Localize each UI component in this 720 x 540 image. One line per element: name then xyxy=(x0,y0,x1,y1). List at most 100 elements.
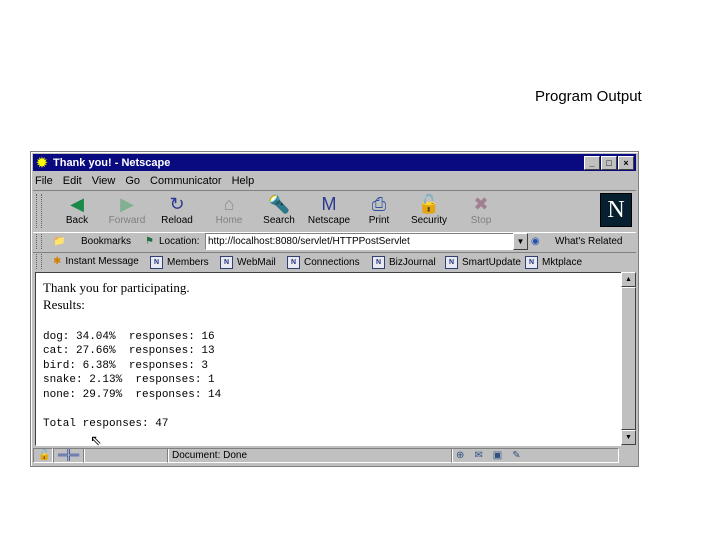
members-button[interactable]: N Members xyxy=(150,256,209,269)
print-icon: ⎙ xyxy=(371,194,387,214)
total-responses: Total responses: 47 xyxy=(43,418,169,430)
instant-message-button[interactable]: ✱ Instant Message xyxy=(53,256,139,267)
instant-message-label: Instant Message xyxy=(65,256,139,267)
smartupdate-button[interactable]: N SmartUpdate xyxy=(445,256,521,269)
home-icon: ⌂ xyxy=(223,194,235,214)
scroll-up-button[interactable]: ▲ xyxy=(621,272,636,287)
reload-button[interactable]: ↻ Reload xyxy=(151,193,203,226)
stop-button[interactable]: ✖ Stop xyxy=(455,193,507,226)
security-status-icon[interactable]: 🔓 xyxy=(33,448,53,463)
page-icon: N xyxy=(150,256,163,269)
composer-icon[interactable]: ✎ xyxy=(512,450,530,461)
bookmarks-icon: 📁 xyxy=(53,236,66,247)
reload-icon: ↻ xyxy=(169,194,185,214)
netscape-button[interactable]: M Netscape xyxy=(303,193,355,226)
search-label: Search xyxy=(263,215,295,226)
menu-communicator[interactable]: Communicator xyxy=(150,175,222,187)
bizjournal-label: BizJournal xyxy=(389,257,436,268)
forward-button[interactable]: ▶ Forward xyxy=(101,193,153,226)
search-icon: 🔦 xyxy=(267,194,291,214)
result-line-cat: cat: 27.66% responses: 13 xyxy=(43,345,215,357)
home-button[interactable]: ⌂ Home xyxy=(203,193,255,226)
security-lock-icon: 🔓 xyxy=(417,194,441,214)
navigation-toolbar: ◀ Back ▶ Forward ↻ Reload ⌂ Home 🔦 Search M Netscap… xyxy=(33,190,636,233)
back-label: Back xyxy=(65,215,89,226)
security-button[interactable]: 🔓 Security xyxy=(403,193,455,226)
result-line-bird: bird: 6.38% responses: 3 xyxy=(43,360,209,372)
forward-label: Forward xyxy=(108,215,146,226)
status-text: Document: Done xyxy=(167,448,453,463)
connections-button[interactable]: N Connections xyxy=(287,256,360,269)
webmail-label: WebMail xyxy=(237,257,276,268)
slide-title: Program Output xyxy=(535,88,642,105)
personal-toolbar: ✱ Instant Message N Members N WebMail N … xyxy=(33,253,636,271)
print-button[interactable]: ⎙ Print xyxy=(353,193,405,226)
page-content: Thank you for participating. Results: do… xyxy=(35,272,624,446)
connections-label: Connections xyxy=(304,257,360,268)
close-button[interactable]: × xyxy=(618,156,634,170)
whats-related-button[interactable]: What's Related xyxy=(555,236,623,247)
netscape-logo[interactable]: N xyxy=(600,193,632,227)
scroll-down-button[interactable]: ▼ xyxy=(621,430,636,445)
window-title: Thank you! - Netscape xyxy=(53,156,171,169)
mouse-cursor-icon: ⇖ xyxy=(90,432,102,448)
result-line-none: none: 29.79% responses: 14 xyxy=(43,389,222,401)
groups-icon[interactable]: ▣ xyxy=(493,450,512,461)
menu-view[interactable]: View xyxy=(92,175,116,187)
whats-related-icon: ◉ xyxy=(531,236,540,247)
vertical-scrollbar[interactable]: ▲ ▼ xyxy=(621,272,636,446)
progress-panel xyxy=(83,448,169,463)
stop-icon: ✖ xyxy=(473,194,489,214)
minimize-button[interactable]: _ xyxy=(584,156,600,170)
menu-go[interactable]: Go xyxy=(125,175,140,187)
url-dropdown-button[interactable]: ▼ xyxy=(513,233,528,250)
webmail-button[interactable]: N WebMail xyxy=(220,256,276,269)
mktplace-label: Mktplace xyxy=(542,257,583,268)
page-icon: N xyxy=(525,256,538,269)
toolbar-grip[interactable] xyxy=(36,194,42,228)
netscape-label: Netscape xyxy=(307,215,351,226)
reload-label: Reload xyxy=(161,215,193,226)
location-icon: ⚑ xyxy=(145,236,154,247)
security-label: Security xyxy=(410,215,448,226)
menu-help[interactable]: Help xyxy=(232,175,255,187)
title-bar: ✹ Thank you! - Netscape _ □ × xyxy=(33,154,636,171)
menu-file[interactable]: File xyxy=(35,175,53,187)
back-button[interactable]: ◀ Back xyxy=(51,193,103,226)
bookmarks-button[interactable]: Bookmarks xyxy=(81,236,131,247)
mail-icon[interactable]: ✉ xyxy=(474,450,492,461)
status-bar: 🔓 ═╬═ Document: Done ⊕✉▣✎ xyxy=(33,447,636,463)
page-icon: N xyxy=(220,256,233,269)
maximize-button[interactable]: □ xyxy=(601,156,617,170)
page-icon: N xyxy=(445,256,458,269)
connection-status-icon: ═╬═ xyxy=(53,448,85,463)
component-bar: ⊕✉▣✎ xyxy=(451,448,619,463)
menu-bar: File Edit View Go Communicator Help xyxy=(35,173,254,189)
person-icon: ✱ xyxy=(53,256,62,267)
members-label: Members xyxy=(167,257,209,268)
scroll-thumb[interactable] xyxy=(621,287,636,430)
mktplace-button[interactable]: N Mktplace xyxy=(525,256,582,269)
result-line-snake: snake: 2.13% responses: 1 xyxy=(43,374,215,386)
page-icon: N xyxy=(372,256,385,269)
forward-arrow-icon: ▶ xyxy=(120,194,134,214)
netscape-icon: M xyxy=(321,194,337,214)
netscape-window: ✹ Thank you! - Netscape _ □ × File Edit … xyxy=(30,151,639,467)
toolbar-grip[interactable] xyxy=(36,254,42,269)
netscape-app-icon: ✹ xyxy=(36,154,48,170)
url-input[interactable]: http://localhost:8080/servlet/HTTPPostSe… xyxy=(205,233,515,250)
menu-edit[interactable]: Edit xyxy=(63,175,82,187)
results-heading: Results: xyxy=(43,297,85,312)
stop-label: Stop xyxy=(470,215,492,226)
smartupdate-label: SmartUpdate xyxy=(462,257,521,268)
navigator-icon[interactable]: ⊕ xyxy=(456,450,474,461)
location-toolbar: 📁 Bookmarks ⚑ Location: http://localhost… xyxy=(33,232,636,253)
page-icon: N xyxy=(287,256,300,269)
bizjournal-button[interactable]: N BizJournal xyxy=(372,256,436,269)
location-label: Location: xyxy=(159,236,200,247)
result-line-dog: dog: 34.04% responses: 16 xyxy=(43,331,215,343)
toolbar-grip[interactable] xyxy=(36,234,42,249)
home-label: Home xyxy=(215,215,243,226)
search-button[interactable]: 🔦 Search xyxy=(253,193,305,226)
back-arrow-icon: ◀ xyxy=(70,194,84,214)
